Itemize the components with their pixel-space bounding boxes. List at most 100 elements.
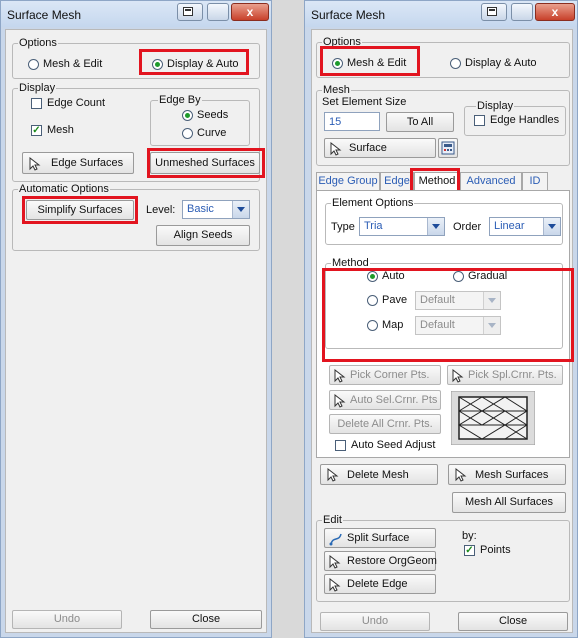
tab-edge[interactable]: Edge [380,172,414,190]
type-select[interactable]: Tria [359,217,445,236]
seeds-radio[interactable] [182,110,193,121]
pick-corner-label: Pick Corner Pts. [350,369,430,381]
points-label: Points [480,544,511,556]
pick-spl-corner-button[interactable]: Pick Spl.Crnr. Pts. [447,365,563,385]
type-value: Tria [364,220,383,232]
options-label: Options [18,37,58,49]
left-window-title: Surface Mesh [7,8,82,22]
undo-button[interactable]: Undo [320,612,430,631]
mesh-checkbox[interactable]: ✓ [31,125,42,136]
delete-edge-button[interactable]: Delete Edge [324,574,436,594]
surface-button[interactable]: Surface [324,138,436,158]
element-size-value: 15 [329,116,342,128]
pointer-icon [455,468,467,482]
order-label: Order [453,221,482,233]
chevron-down-icon [543,218,560,235]
minimize-button[interactable] [481,3,507,21]
delete-all-corner-button[interactable]: Delete All Crnr. Pts. [329,414,441,434]
auto-seed-adjust-checkbox[interactable] [335,440,346,451]
edge-handles-checkbox[interactable] [474,115,485,126]
delete-mesh-button[interactable]: Delete Mesh [320,464,438,485]
restore-orggeom-label: Restore OrgGeom [347,555,437,567]
level-label: Level: [146,204,176,216]
right-surface-mesh-window: Surface Mesh x Options Mesh & Edit Displ… [304,0,578,638]
mesh-label: Mesh [47,124,74,136]
left-surface-mesh-window: Surface Mesh x Options Mesh & Edit Displ… [0,0,272,638]
points-checkbox[interactable]: ✓ [464,545,475,556]
seeds-label: Seeds [197,109,229,121]
auto-select-corner-button[interactable]: Auto Sel.Crnr. Pts [329,390,441,410]
pointer-icon [334,394,346,408]
tab-id[interactable]: ID [522,172,548,190]
pointer-icon [329,578,341,592]
level-select[interactable]: Basic [182,200,250,219]
display-auto-radio[interactable] [450,58,461,69]
order-select[interactable]: Linear [489,217,561,236]
window-icon [487,7,497,16]
highlight-box [320,46,420,76]
curve-radio[interactable] [182,128,193,139]
edge-by-label: Edge By [158,94,202,106]
edge-surfaces-label: Edge Surfaces [51,157,124,169]
pointer-icon [329,555,341,569]
align-seeds-button[interactable]: Align Seeds [156,225,250,246]
right-panel: Options Mesh & Edit Display & Auto Mesh … [311,29,574,633]
calculator-icon [441,141,455,155]
pick-corner-button[interactable]: Pick Corner Pts. [329,365,441,385]
help-button[interactable] [511,3,533,21]
display-auto-label: Display & Auto [465,57,537,69]
auto-seed-adjust-label: Auto Seed Adjust [351,439,436,451]
by-label: by: [462,530,477,542]
edge-surfaces-button[interactable]: Edge Surfaces [22,152,134,174]
mesh-edit-radio[interactable] [28,59,39,70]
close-button[interactable]: Close [150,610,262,629]
restore-orggeom-button[interactable]: Restore OrgGeom [324,551,437,571]
level-value: Basic [187,203,214,215]
surface-label: Surface [349,142,387,154]
left-panel: Options Mesh & Edit Display & Auto Displ… [5,29,267,633]
pointer-icon [334,369,346,383]
right-window-title: Surface Mesh [311,8,386,22]
tab-advanced[interactable]: Advanced [460,172,522,190]
mesh-surfaces-button[interactable]: Mesh Surfaces [448,464,566,485]
window-icon [183,7,193,16]
mesh-edit-label: Mesh & Edit [43,58,103,70]
auto-select-corner-label: Auto Sel.Crnr. Pts [350,394,438,406]
chevron-down-icon [427,218,444,235]
type-label: Type [331,221,355,233]
display-label: Display [18,82,57,94]
split-surface-button[interactable]: Split Surface [324,528,436,548]
close-window-button[interactable]: x [231,3,269,21]
highlight-box [139,49,249,75]
chevron-down-icon [232,201,249,218]
undo-button[interactable]: Undo [12,610,122,629]
mesh-preview-image [451,391,535,445]
delete-mesh-label: Delete Mesh [347,469,409,481]
edge-count-checkbox[interactable] [31,98,42,109]
edge-handles-label: Edge Handles [490,114,560,126]
highlight-box [147,148,265,178]
edit-label: Edit [322,514,343,526]
help-button[interactable] [207,3,229,21]
mesh-label: Mesh [322,84,351,96]
split-icon [329,533,342,546]
order-value: Linear [494,220,525,232]
to-all-button[interactable]: To All [386,112,454,132]
highlight-box [22,196,138,224]
tab-edge-group[interactable]: Edge Group [316,172,380,190]
pointer-icon [327,468,339,482]
left-titlebar: Surface Mesh x [1,1,271,27]
mesh-all-surfaces-button[interactable]: Mesh All Surfaces [452,492,566,513]
mesh-surfaces-label: Mesh Surfaces [475,469,549,481]
element-size-input[interactable]: 15 [324,112,380,131]
calculator-button[interactable] [438,138,458,158]
close-window-button[interactable]: x [535,3,575,21]
set-element-size-label: Set Element Size [322,96,407,108]
close-button[interactable]: Close [458,612,568,631]
split-surface-label: Split Surface [347,532,410,544]
curve-label: Curve [197,127,227,139]
minimize-button[interactable] [177,3,203,21]
pointer-icon [330,142,342,156]
right-titlebar: Surface Mesh x [305,1,577,27]
edge-count-label: Edge Count [47,97,106,109]
